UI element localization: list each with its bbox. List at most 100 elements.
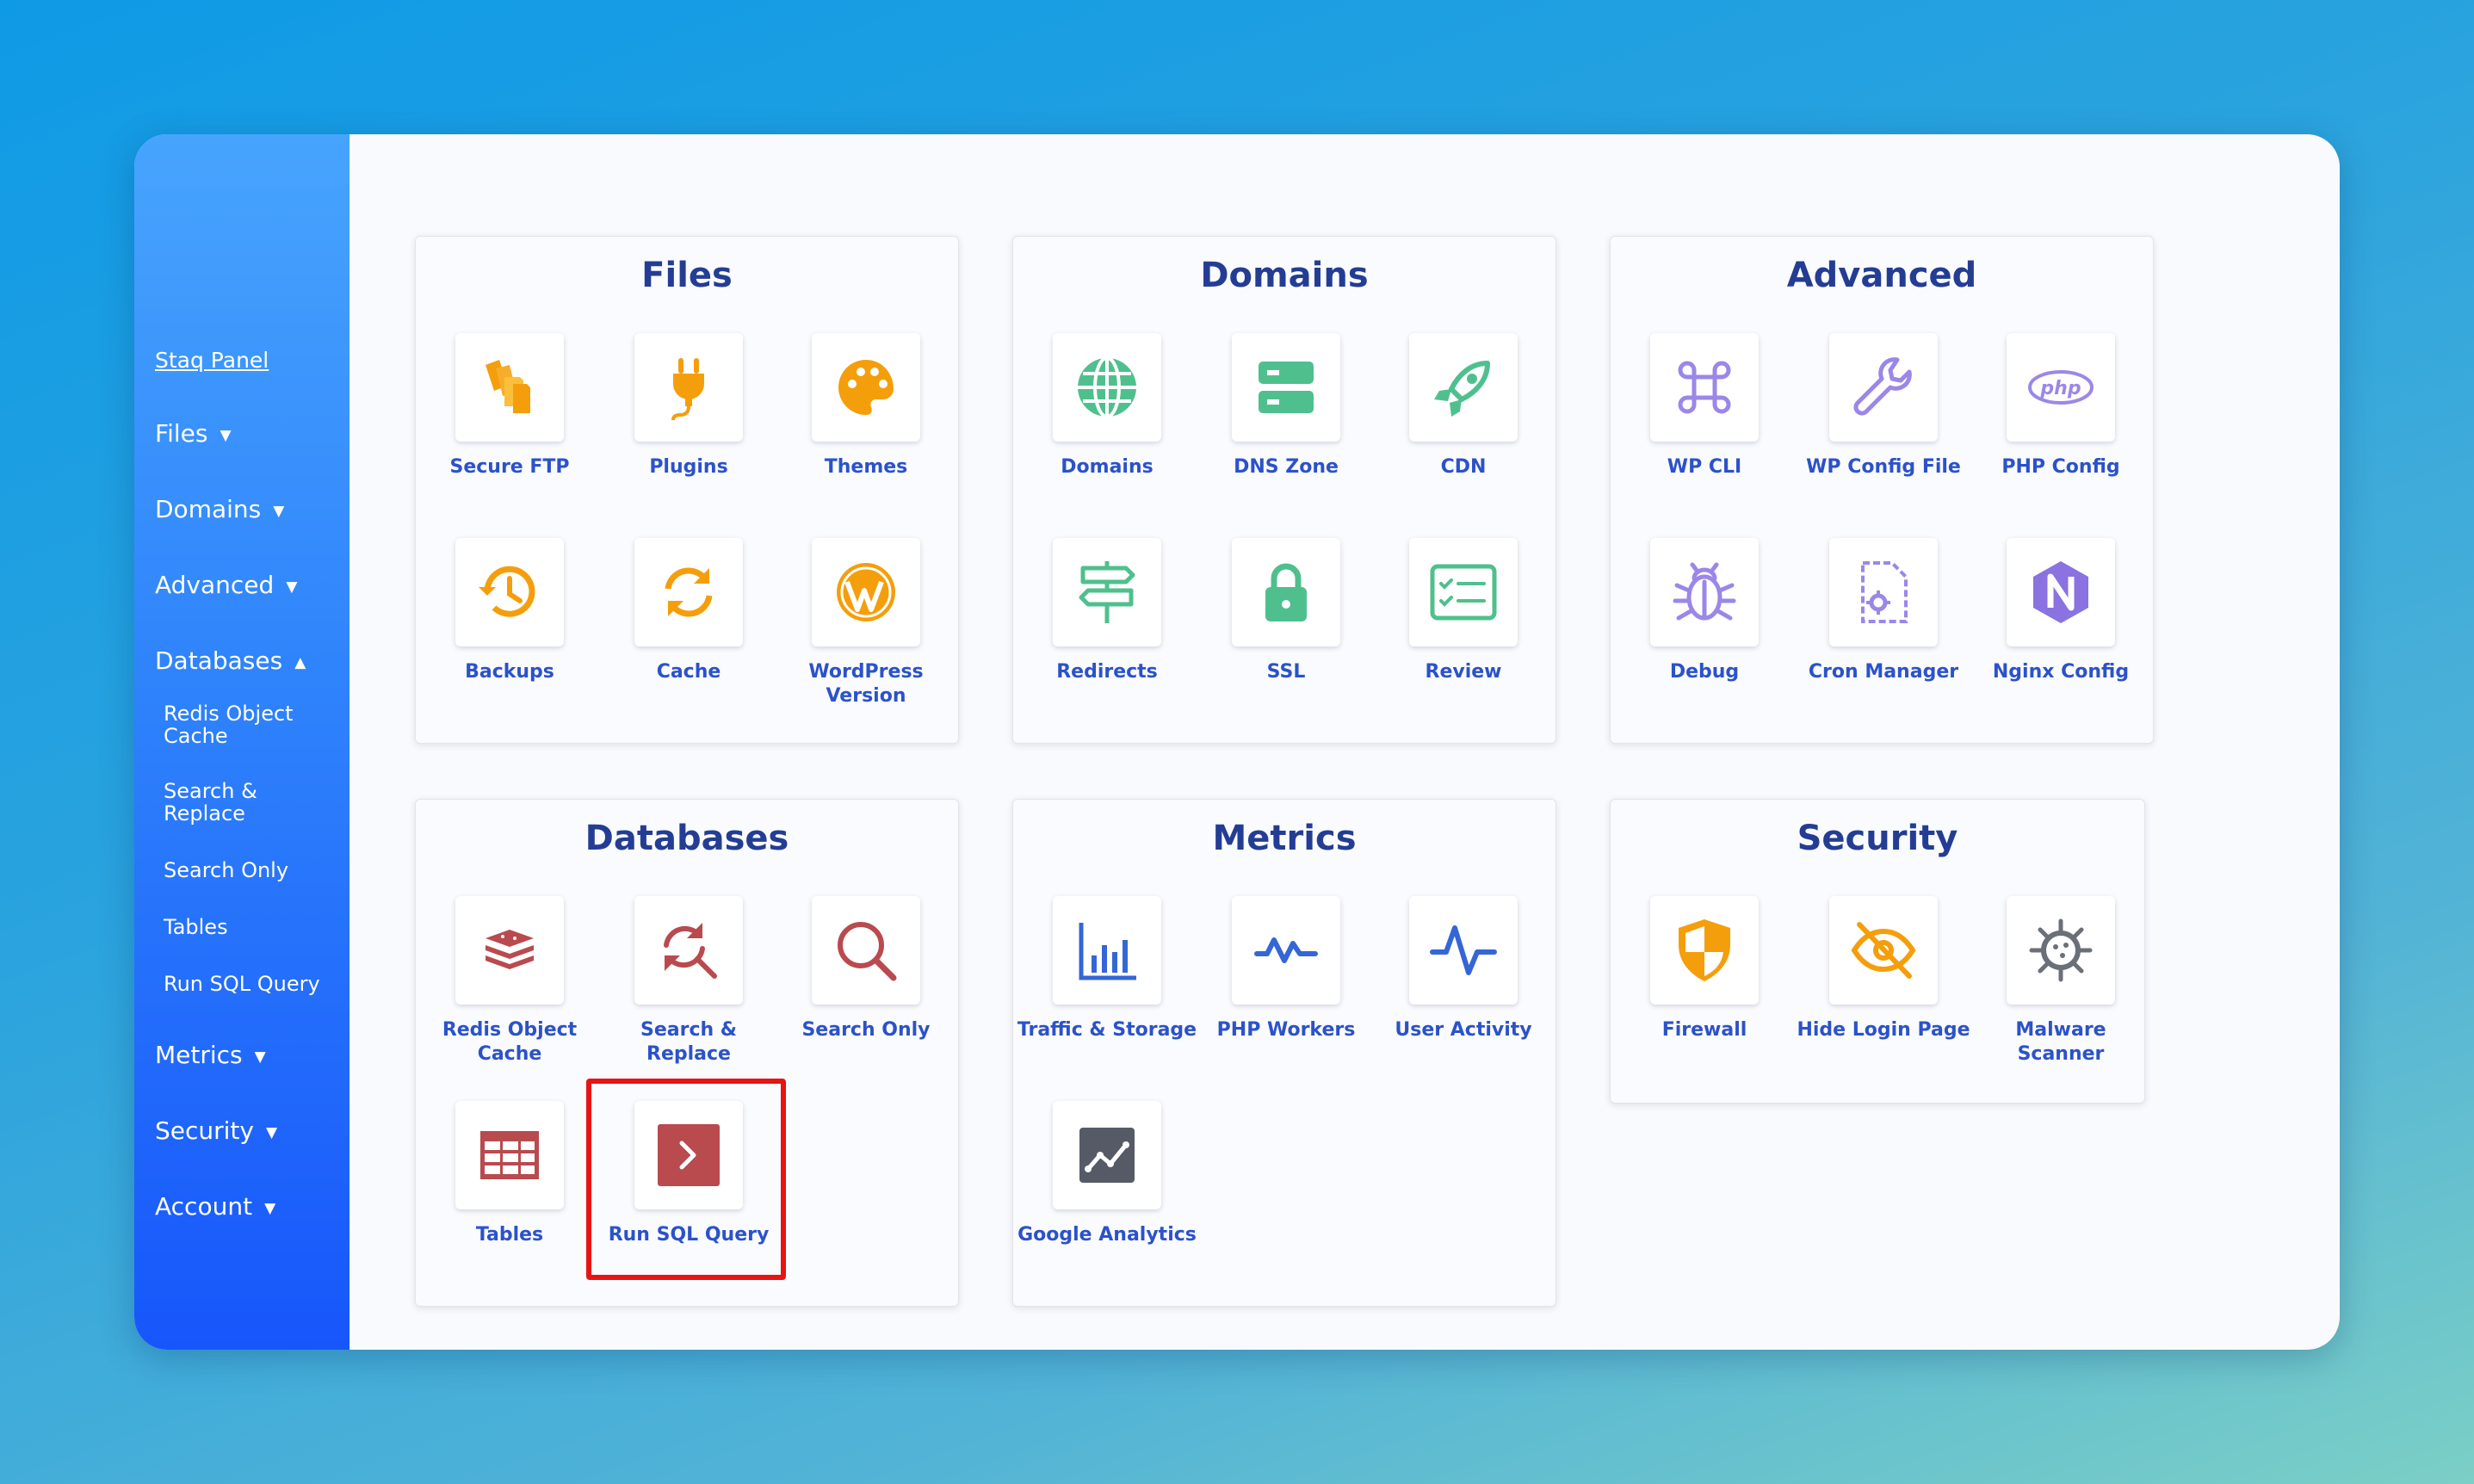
tile-domains[interactable]: Domains: [1017, 333, 1197, 479]
card-title: Security: [1797, 819, 1958, 858]
advanced-card: Advanced WP CLI WP Config File php PHP C…: [1610, 236, 2154, 744]
virus-icon: [2007, 896, 2115, 1005]
tile-label: CDN: [1440, 456, 1487, 478]
tile-wordpress-version[interactable]: WordPress Version: [776, 538, 956, 708]
tile-search-replace[interactable]: Search & Replace: [598, 896, 779, 1067]
staq-panel-link[interactable]: Staq Panel: [155, 348, 269, 373]
tile-label: WP Config File: [1806, 456, 1961, 478]
sidebar-item-security[interactable]: Security ▼: [155, 1105, 349, 1181]
sidebar-item-label: Databases: [155, 646, 283, 675]
sidebar-item-databases[interactable]: Databases ▲: [155, 635, 349, 711]
sidebar-item-label: Security: [155, 1116, 254, 1145]
signpost-icon: [1053, 538, 1161, 646]
shield-icon: [1650, 896, 1759, 1005]
chevron-down-icon: ▼: [286, 578, 298, 596]
tile-php-config[interactable]: php PHP Config: [1970, 333, 2151, 479]
tile-label: Debug: [1669, 661, 1740, 683]
chevron-up-icon: ▲: [294, 654, 306, 671]
tile-label: Search & Replace: [640, 1019, 737, 1065]
globe-icon: [1053, 333, 1161, 442]
card-title: Files: [641, 256, 733, 295]
files-icon: [455, 333, 564, 442]
lock-icon: [1232, 538, 1340, 646]
submenu-item-search-only[interactable]: Search Only: [164, 859, 344, 881]
tile-themes[interactable]: Themes: [776, 333, 956, 479]
sidebar-item-label: Metrics: [155, 1041, 243, 1069]
sidebar-item-account[interactable]: Account ▼: [155, 1181, 349, 1257]
tile-firewall[interactable]: Firewall: [1614, 896, 1795, 1042]
tile-nginx-config[interactable]: Nginx Config: [1970, 538, 2151, 684]
search-refresh-icon: [634, 896, 743, 1005]
tile-wp-cli[interactable]: WP CLI: [1614, 333, 1795, 479]
tile-cdn[interactable]: CDN: [1373, 333, 1554, 479]
tile-label: DNS Zone: [1234, 456, 1339, 478]
tile-secure-ftp[interactable]: Secure FTP: [419, 333, 600, 479]
tile-google-analytics[interactable]: Google Analytics: [1017, 1101, 1197, 1247]
history-icon: [455, 538, 564, 646]
sidebar-item-label: Files: [155, 419, 208, 448]
card-title: Metrics: [1212, 819, 1357, 858]
tile-hide-login-page[interactable]: Hide Login Page: [1793, 896, 1974, 1042]
tile-cache[interactable]: Cache: [598, 538, 779, 684]
tile-redirects[interactable]: Redirects: [1017, 538, 1197, 684]
tile-ssl[interactable]: SSL: [1196, 538, 1376, 684]
tile-review[interactable]: Review: [1373, 538, 1554, 684]
tile-plugins[interactable]: Plugins: [598, 333, 779, 479]
command-icon: [1650, 333, 1759, 442]
tile-search-only[interactable]: Search Only: [776, 896, 956, 1042]
sidebar-item-label: Advanced: [155, 571, 275, 599]
tile-label: Malware Scanner: [2015, 1019, 2106, 1065]
rocket-icon: [1409, 333, 1518, 442]
wrench-icon: [1829, 333, 1938, 442]
sidebar-item-metrics[interactable]: Metrics ▼: [155, 1030, 349, 1105]
tile-tables[interactable]: Tables: [419, 1101, 600, 1247]
tile-malware-scanner[interactable]: Malware Scanner: [1970, 896, 2151, 1067]
sidebar-item-domains[interactable]: Domains ▼: [155, 484, 349, 560]
plug-icon: [634, 333, 743, 442]
tile-redis-object-cache[interactable]: Redis Object Cache: [419, 896, 600, 1067]
tile-label: Tables: [475, 1224, 544, 1246]
php-icon: php: [2007, 333, 2115, 442]
tile-label: Hide Login Page: [1797, 1019, 1970, 1041]
tile-label: Review: [1425, 661, 1502, 683]
tile-label: SSL: [1266, 661, 1306, 683]
tile-wp-config[interactable]: WP Config File: [1793, 333, 1974, 479]
sidebar-item-label: Domains: [155, 495, 262, 523]
tile-label: Plugins: [649, 456, 728, 478]
tile-dns-zone[interactable]: DNS Zone: [1196, 333, 1376, 479]
tile-label: Backups: [465, 661, 554, 683]
sidebar-item-label: Account: [155, 1192, 253, 1221]
chevron-down-icon: ▼: [254, 1048, 266, 1066]
submenu-item-tables[interactable]: Tables: [164, 916, 344, 938]
tile-php-workers[interactable]: PHP Workers: [1196, 896, 1376, 1042]
submenu-item-search-replace[interactable]: Search & Replace: [164, 780, 344, 825]
pulse-icon: [1232, 896, 1340, 1005]
tile-backups[interactable]: Backups: [419, 538, 600, 684]
tile-cron-manager[interactable]: Cron Manager: [1793, 538, 1974, 684]
files-card: Files Secure FTP Plugins Themes Backups …: [415, 236, 959, 744]
chevron-down-icon: ▼: [220, 427, 232, 444]
sidebar-item-files[interactable]: Files ▼: [155, 408, 349, 484]
eye-off-icon: [1829, 896, 1938, 1005]
tile-label: Cache: [656, 661, 721, 683]
submenu-item-run-sql[interactable]: Run SQL Query: [164, 973, 344, 995]
tile-label: Redis Object Cache: [442, 1019, 578, 1065]
tile-label: PHP Config: [2001, 456, 2120, 478]
tile-label: Firewall: [1661, 1019, 1747, 1041]
submenu-item-redis[interactable]: Redis Object Cache: [164, 702, 344, 747]
tile-debug[interactable]: Debug: [1614, 538, 1795, 684]
nginx-icon: [2007, 538, 2115, 646]
databases-submenu: Redis Object Cache Search & Replace Sear…: [164, 702, 349, 995]
tile-label: Nginx Config: [1992, 661, 2130, 683]
tile-user-activity[interactable]: User Activity: [1373, 896, 1554, 1042]
tile-traffic-storage[interactable]: Traffic & Storage: [1017, 896, 1197, 1042]
sidebar-item-advanced[interactable]: Advanced ▼: [155, 560, 349, 635]
search-icon: [812, 896, 920, 1005]
domains-card: Domains Domains DNS Zone CDN Redirects S…: [1012, 236, 1556, 744]
sidebar-nav: Files ▼ Domains ▼ Advanced ▼ Databases ▲…: [155, 408, 349, 1257]
tile-label: WP CLI: [1667, 456, 1742, 478]
app-window: Staq Panel Files ▼ Domains ▼ Advanced ▼ …: [134, 134, 2340, 1350]
security-card: Security Firewall Hide Login Page Malwar…: [1610, 799, 2145, 1104]
bug-icon: [1650, 538, 1759, 646]
card-title: Domains: [1200, 256, 1369, 295]
